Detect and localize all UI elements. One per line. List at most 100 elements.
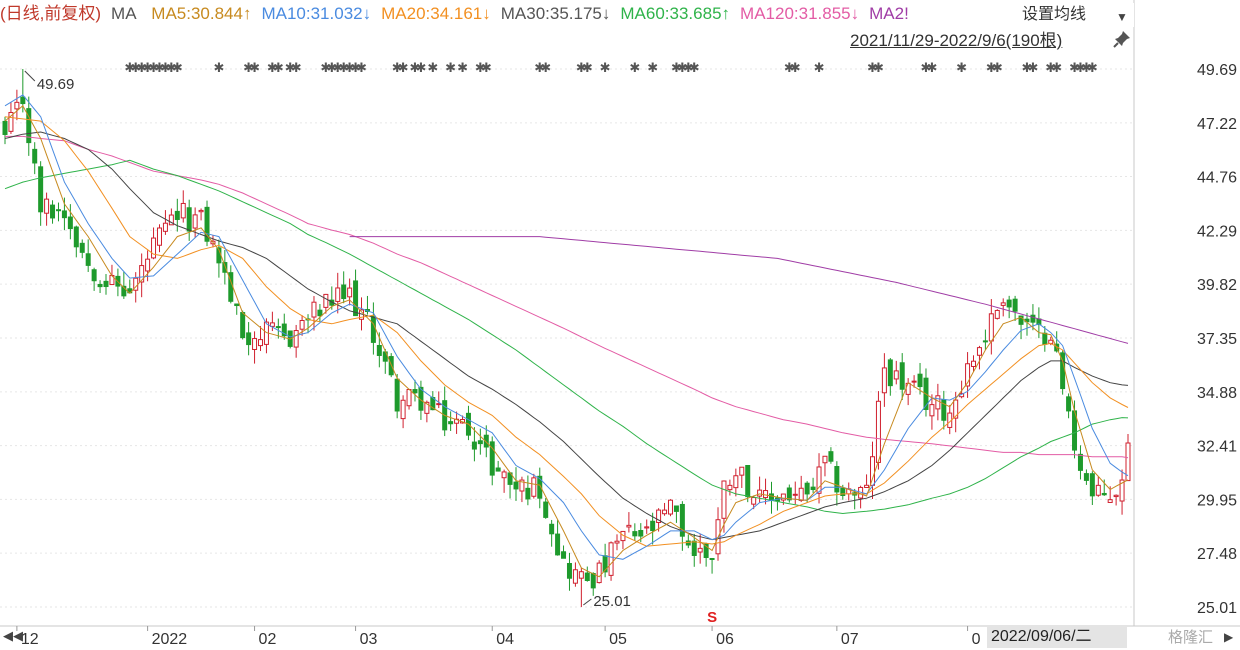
candle-body — [561, 551, 567, 559]
candle-body — [180, 202, 186, 219]
candle-body — [198, 209, 204, 213]
candle-body — [370, 315, 376, 343]
ma-legend-item: MA10:31.032↓ — [261, 4, 372, 23]
candle-body — [875, 400, 881, 463]
ma-legend-item: MA20:34.161↓ — [381, 4, 491, 23]
candle-body — [471, 441, 477, 450]
candle-body — [881, 367, 887, 394]
adjust-mode-label[interactable]: (日线,前复权) — [0, 4, 101, 23]
candle-body — [240, 312, 246, 339]
ma-legend-item: MA5:30.844↑ — [151, 4, 252, 23]
event-marker-icon: ✱ — [956, 61, 967, 76]
event-marker-icon: ✱ — [172, 61, 183, 76]
price-tick-label: 42.29 — [1197, 223, 1237, 240]
event-marker-icon: ✱ — [249, 61, 260, 76]
candle-body — [543, 501, 549, 518]
high-price-label: 49.69 — [37, 76, 75, 93]
event-marker-icon: ✱ — [1051, 61, 1062, 76]
candle-body — [311, 301, 317, 318]
price-tick-label: 27.48 — [1197, 546, 1237, 563]
ma30-line — [4, 131, 1129, 541]
candle-body — [590, 573, 596, 589]
watermark-logo: 格隆汇 — [1168, 629, 1214, 646]
signal-s-marker: S — [707, 609, 717, 626]
candle-body — [673, 505, 679, 512]
candle-body — [246, 332, 252, 346]
candle-body — [501, 471, 507, 479]
candle-body — [697, 547, 703, 553]
candle-body — [412, 389, 418, 394]
ma120-line — [5, 135, 1129, 459]
candle-body — [531, 477, 537, 497]
candle-body — [1042, 332, 1048, 345]
candle-body — [982, 340, 988, 343]
event-marker-icon: ✱ — [647, 61, 658, 76]
candle-body — [1113, 494, 1119, 498]
candle-body — [61, 210, 67, 219]
chevron-down-icon: ▼ — [1116, 10, 1128, 24]
candle-body — [353, 280, 359, 317]
candle-body — [786, 487, 792, 501]
candle-body — [1077, 453, 1083, 471]
price-tick-label: 37.35 — [1197, 331, 1237, 348]
ma-settings-button[interactable]: 设置均线 ▼ — [1022, 3, 1134, 27]
event-marker-icon: ✱ — [873, 61, 884, 76]
candle-body — [73, 226, 79, 248]
candle-body — [691, 540, 697, 556]
candle-body — [257, 339, 263, 347]
candle-body — [745, 465, 751, 498]
candle-body — [626, 524, 632, 528]
event-marker-icon: ✱ — [992, 61, 1003, 76]
kline-chart[interactable]: ✱✱✱✱✱✱✱✱✱ ✱ ✱✱ ✱✱ ✱✱ ✱✱✱✱✱✱✱ ✱✱ ✱✱ ✱ ✱ ✱ ✱✱ ✱✱ ✱✱ ✱ ✱ ✱ ✱… — [0, 0, 1240, 650]
candle-body — [578, 571, 584, 579]
time-axis-labels: 12 2022 02 03 04 05 06 07 0 — [16, 626, 981, 648]
candle-body — [317, 309, 323, 317]
scroll-right-icon[interactable]: ▶ — [1224, 630, 1233, 644]
candle-body — [156, 227, 162, 246]
candle-body — [596, 562, 602, 584]
candle-body — [572, 569, 578, 584]
crosshair-date-text: 2022/09/06/二 — [991, 628, 1092, 645]
price-tick-label: 29.95 — [1197, 492, 1237, 509]
low-pointer — [583, 598, 592, 606]
candle-body — [347, 287, 353, 298]
candle-body — [513, 481, 519, 490]
candle-body — [97, 283, 103, 288]
ma10-line — [4, 94, 1129, 560]
candle-body — [929, 404, 935, 417]
candle-body — [638, 529, 644, 537]
candle-body — [780, 493, 786, 501]
ma-label[interactable]: MA — [111, 4, 137, 23]
candle-body — [1095, 484, 1101, 496]
event-marker-icon: ✱ — [540, 61, 551, 76]
candle-body — [44, 198, 50, 214]
event-marker-icon: ✱ — [689, 61, 700, 76]
price-axis-labels: 49.69 47.22 44.76 42.29 39.82 37.35 34.88 32.41… — [1197, 62, 1237, 617]
ma-legend-header: (日线,前复权) MA MA5:30.844↑ MA10:31.032↓ MA20:3… — [0, 2, 1022, 26]
candle-body — [186, 207, 192, 232]
candle-body — [721, 480, 727, 519]
candle-body — [798, 487, 804, 501]
candle-body — [792, 493, 798, 496]
event-marker-icon: ✱ — [481, 61, 492, 76]
candle-body — [864, 484, 870, 488]
scroll-left-icon[interactable]: ◀◀ — [3, 628, 23, 644]
candle-body — [335, 287, 341, 302]
candle-body — [79, 242, 85, 253]
candle-body — [50, 204, 56, 219]
candle-body — [341, 284, 347, 300]
ma20-line — [4, 116, 1129, 547]
candle-body — [763, 490, 769, 499]
candle-body — [971, 360, 977, 367]
ma-legend-item: MA60:33.685↑ — [620, 4, 731, 23]
time-tick-label: 04 — [496, 631, 514, 648]
candle-body — [91, 269, 97, 282]
pin-icon[interactable] — [1112, 29, 1132, 49]
candle-body — [1083, 473, 1089, 481]
event-marker-icon: ✱ — [814, 61, 825, 76]
date-range-label[interactable]: 2021/11/29-2022/9/6(190根) — [850, 30, 1062, 52]
ma-legend-item: MA30:35.175↓ — [500, 4, 611, 23]
candle-body — [667, 499, 673, 515]
candle-body — [1089, 473, 1095, 497]
candle-body — [192, 214, 198, 229]
